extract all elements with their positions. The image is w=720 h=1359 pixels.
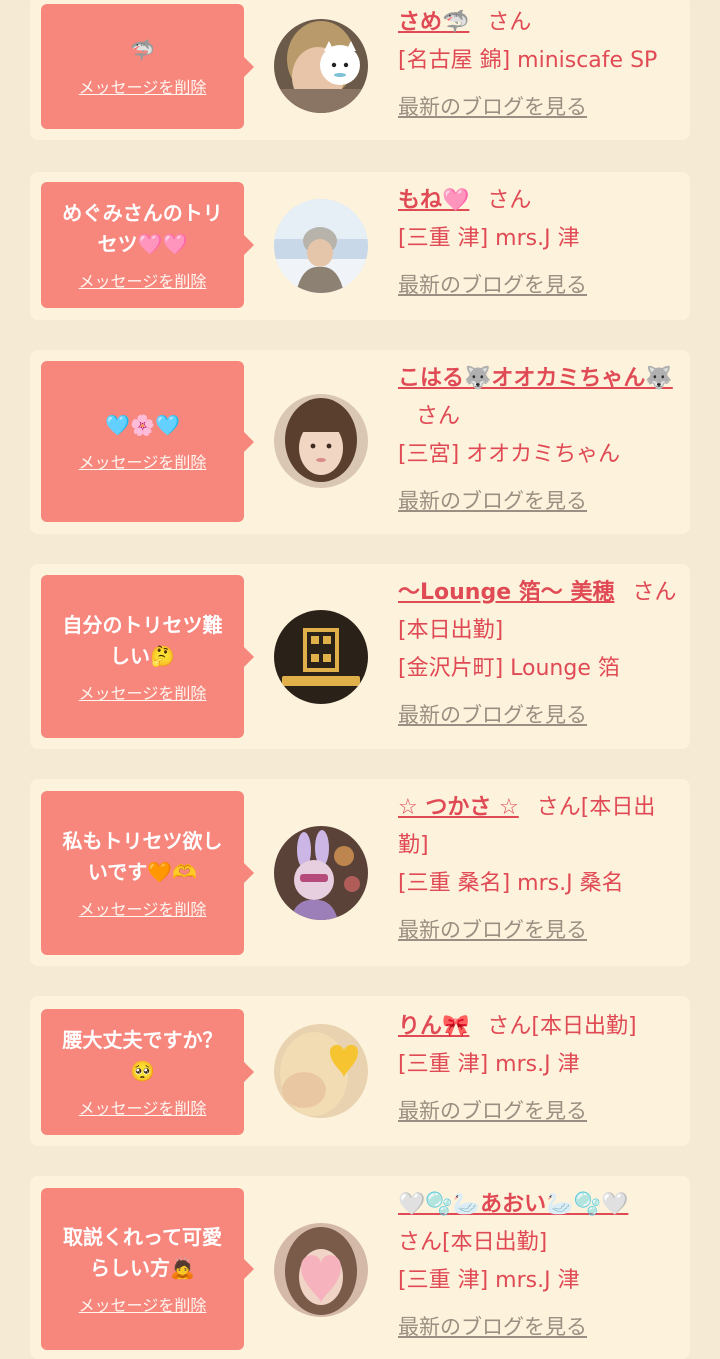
lounge-logo-icon	[274, 610, 368, 704]
message-card: めぐみさんのトリセツ🩷🩷 メッセージを削除 もね🩷 さん [三重 津] mrs.J…	[30, 172, 690, 320]
honorific: さん	[487, 10, 532, 35]
cast-info: りん🎀 さん[本日出勤] [三重 津] mrs.J 津 最新のブログを見る	[398, 1008, 683, 1131]
delete-message-link[interactable]: メッセージを削除	[79, 1095, 207, 1119]
heart-covered-face-photo-icon	[274, 1223, 368, 1317]
message-text: めぐみさんのトリセツ🩷🩷	[62, 201, 223, 256]
message-text: 自分のトリセツ難しい🤔	[62, 612, 223, 668]
delete-message-link[interactable]: メッセージを削除	[79, 449, 207, 473]
shop-info: [金沢片町] Lounge 箔	[398, 656, 620, 681]
shop-info: [三宮] オオカミちゃん	[398, 442, 621, 467]
cast-name-link[interactable]: さめ🦈	[398, 10, 469, 35]
honorific: さん[本日出勤]	[487, 1014, 637, 1039]
cast-info: さめ🦈 さん [名古屋 錦] miniscafe SP 最新のブログを見る	[398, 4, 683, 127]
latest-blog-link[interactable]: 最新のブログを見る	[398, 1092, 587, 1130]
shop-info: [三重 津] mrs.J 津	[398, 1052, 580, 1077]
bunny-ears-photo-icon	[274, 826, 368, 920]
cast-name-link[interactable]: 〜Lounge 箔〜 美穂	[398, 580, 614, 605]
latest-blog-link[interactable]: 最新のブログを見る	[398, 482, 587, 520]
message-text: 🩵🌸🩵	[105, 413, 180, 437]
honorific: さん	[487, 188, 532, 213]
woman-with-cat-sticker-photo-icon	[274, 19, 368, 113]
shop-info: [三重 津] mrs.J 津	[398, 1268, 580, 1293]
honorific: さん	[632, 580, 677, 605]
shop-info: [名古屋 錦] miniscafe SP	[398, 48, 658, 73]
woman-portrait-photo-icon	[274, 394, 368, 488]
message-card: 🦈 メッセージを削除 さめ🦈 さん [名古屋 錦] miniscafe SP 最新…	[30, 0, 690, 140]
message-text: 私もトリセツ欲しいです🧡🫶	[62, 829, 223, 884]
avatar[interactable]	[274, 19, 368, 113]
shop-info: [三重 桑名] mrs.J 桑名	[398, 871, 624, 896]
avatar[interactable]	[274, 826, 368, 920]
cast-name-link[interactable]: 🤍🫧🦢あおい🦢🫧🤍	[398, 1192, 628, 1217]
avatar[interactable]	[274, 1223, 368, 1317]
message-card: 🩵🌸🩵 メッセージを削除 こはる🐺オオカミちゃん🐺 さん [三宮] オオカミちゃん…	[30, 350, 690, 534]
message-bubble: 🩵🌸🩵 メッセージを削除	[41, 361, 254, 522]
latest-blog-link[interactable]: 最新のブログを見る	[398, 696, 587, 734]
message-card: 腰大丈夫ですか？🥺 メッセージを削除 りん🎀 さん[本日出勤] [三重 津] mr…	[30, 996, 690, 1146]
honorific: さん[本日出勤]	[398, 1230, 548, 1255]
latest-blog-link[interactable]: 最新のブログを見る	[398, 266, 587, 304]
message-text: 🦈	[130, 38, 155, 62]
cast-name-link[interactable]: ☆ つかさ ☆	[398, 795, 519, 820]
message-card: 自分のトリセツ難しい🤔 メッセージを削除 〜Lounge 箔〜 美穂 さん [本日…	[30, 564, 690, 749]
honorific: さん	[416, 404, 461, 429]
avatar[interactable]	[274, 199, 368, 293]
cast-info: もね🩷 さん [三重 津] mrs.J 津 最新のブログを見る	[398, 182, 683, 305]
message-bubble: 私もトリセツ欲しいです🧡🫶 メッセージを削除	[41, 791, 254, 955]
attendance-status: [本日出勤]	[398, 618, 504, 643]
message-bubble: めぐみさんのトリセツ🩷🩷 メッセージを削除	[41, 182, 254, 308]
cast-info: 🤍🫧🦢あおい🦢🫧🤍 さん[本日出勤] [三重 津] mrs.J 津 最新のブログ…	[398, 1186, 683, 1347]
message-bubble: 腰大丈夫ですか？🥺 メッセージを削除	[41, 1009, 254, 1135]
delete-message-link[interactable]: メッセージを削除	[79, 268, 207, 292]
avatar[interactable]	[274, 610, 368, 704]
cast-info: こはる🐺オオカミちゃん🐺 さん [三宮] オオカミちゃん 最新のブログを見る	[398, 360, 683, 521]
message-card: 取説くれって可愛らしい方🙇 メッセージを削除 🤍🫧🦢あおい🦢🫧🤍 さん[本日出勤…	[30, 1176, 690, 1359]
latest-blog-link[interactable]: 最新のブログを見る	[398, 1308, 587, 1346]
message-bubble: 取説くれって可愛らしい方🙇 メッセージを削除	[41, 1188, 254, 1350]
heart-covered-face-photo-icon	[274, 1024, 368, 1118]
cast-info: ☆ つかさ ☆ さん[本日出勤] [三重 桑名] mrs.J 桑名 最新のブログを…	[398, 789, 683, 950]
message-card: 私もトリセツ欲しいです🧡🫶 メッセージを削除 ☆ つかさ ☆ さん[本日出勤] […	[30, 779, 690, 966]
delete-message-link[interactable]: メッセージを削除	[79, 1292, 207, 1316]
avatar[interactable]	[274, 394, 368, 488]
message-bubble: 自分のトリセツ難しい🤔 メッセージを削除	[41, 575, 254, 738]
message-text: 取説くれって可愛らしい方🙇	[63, 1225, 222, 1280]
cast-name-link[interactable]: もね🩷	[398, 188, 469, 213]
cast-name-link[interactable]: りん🎀	[398, 1014, 469, 1039]
avatar[interactable]	[274, 1024, 368, 1118]
delete-message-link[interactable]: メッセージを削除	[79, 74, 207, 98]
delete-message-link[interactable]: メッセージを削除	[79, 680, 207, 704]
latest-blog-link[interactable]: 最新のブログを見る	[398, 911, 587, 949]
cast-name-link[interactable]: こはる🐺オオカミちゃん🐺	[398, 366, 673, 391]
delete-message-link[interactable]: メッセージを削除	[79, 896, 207, 920]
message-text: 腰大丈夫ですか？🥺	[62, 1028, 223, 1083]
cast-info: 〜Lounge 箔〜 美穂 さん [本日出勤] [金沢片町] Lounge 箔 最…	[398, 574, 683, 735]
latest-blog-link[interactable]: 最新のブログを見る	[398, 88, 587, 126]
woman-in-snow-photo-icon	[274, 199, 368, 293]
message-bubble: 🦈 メッセージを削除	[41, 4, 254, 129]
shop-info: [三重 津] mrs.J 津	[398, 226, 580, 251]
